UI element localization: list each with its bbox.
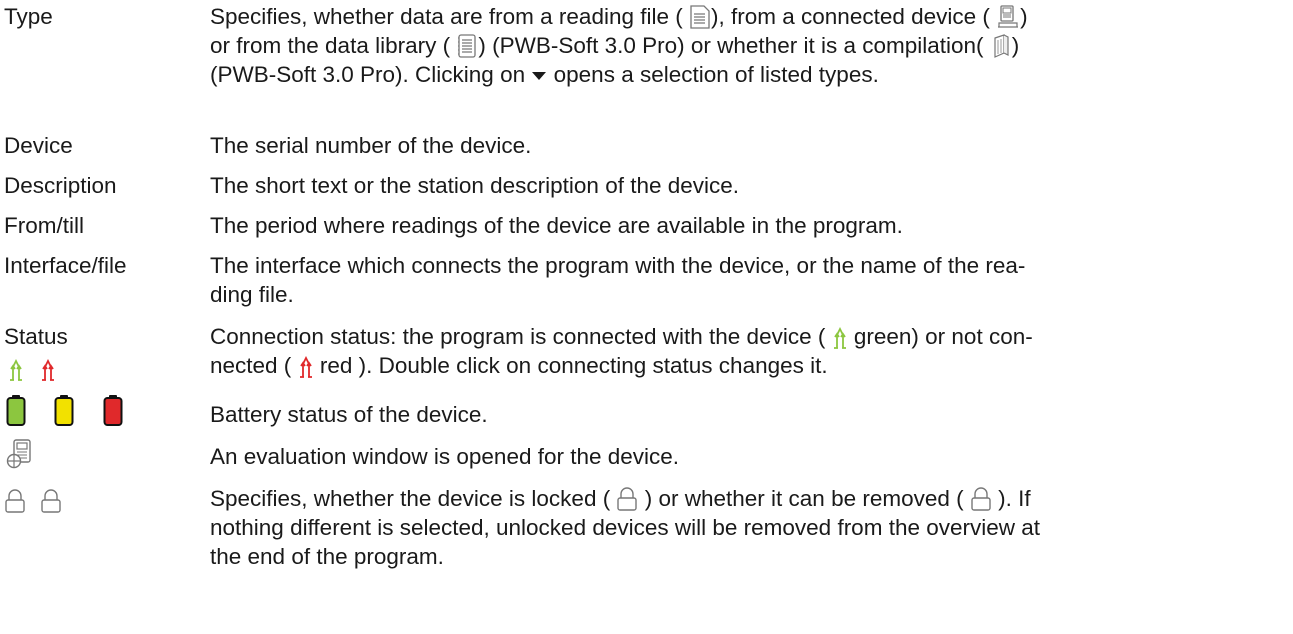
desc-battery: Battery status of the device.: [210, 402, 488, 427]
evaluation-window-icon: [6, 439, 34, 469]
compilation-icon: [990, 34, 1012, 58]
desc-device: The serial number of the device.: [210, 133, 532, 158]
desc-type-part: (PWB-Soft 3.0 Pro). Clicking on: [210, 62, 526, 87]
connected-device-icon: [996, 5, 1020, 29]
connection-red-icon: [40, 359, 56, 381]
desc-type: Specifies, whether data are from a readi…: [210, 2, 1280, 89]
lock-icon: [970, 487, 992, 511]
desc-status-part: nected (: [210, 353, 292, 378]
battery-yellow-icon: [54, 394, 74, 426]
lock-icons: [4, 486, 72, 515]
desc-description: The short text or the station descriptio…: [210, 173, 740, 198]
term-description: Description: [4, 173, 117, 198]
desc-status-part: green) or not con-: [853, 324, 1033, 349]
battery-green-icon: [6, 394, 26, 426]
lock-icon: [4, 489, 26, 513]
data-library-icon: [456, 34, 478, 58]
desc-type-part: opens a selection of listed types.: [553, 62, 879, 87]
desc-status: Connection status: the program is connec…: [210, 322, 1280, 380]
term-device: Device: [4, 133, 73, 158]
desc-type-part: ): [1020, 4, 1028, 29]
desc-type-part: Specifies, whether data are from a readi…: [210, 4, 683, 29]
desc-type-part: ) (PWB-Soft 3.0 Pro) or whether it is a …: [478, 33, 984, 58]
connection-red-icon: [298, 356, 314, 378]
glossary-page: { "rows": { "type": { "term": "Type", "d…: [0, 0, 1293, 634]
desc-type-part: ), from a connected device (: [711, 4, 990, 29]
desc-lock-part: Specifies, whether the device is locked …: [210, 486, 611, 511]
battery-red-icon: [103, 394, 123, 426]
desc-status-part: red ). Double click on connecting status…: [319, 353, 828, 378]
lock-icon: [616, 487, 638, 511]
desc-lock-part: ) or whether it can be removed (: [644, 486, 964, 511]
desc-lock-part: ). If: [998, 486, 1031, 511]
term-interface-file: Interface/file: [4, 253, 127, 278]
term-type: Type: [4, 4, 53, 29]
reading-file-icon: [689, 5, 711, 29]
dropdown-triangle-icon: [531, 71, 547, 81]
desc-interface-file: The interface which connects the program…: [210, 251, 1280, 309]
term-from-till: From/till: [4, 213, 84, 238]
desc-lock-line: nothing different is selected, unlocked …: [210, 515, 1041, 540]
battery-icons: [6, 394, 133, 428]
desc-from-till: The period where readings of the device …: [210, 213, 903, 238]
desc-evaluation: An evaluation window is opened for the d…: [210, 444, 680, 469]
row-type: Type Specifies, whether data are from a …: [0, 2, 1293, 98]
term-status: Status: [4, 324, 68, 349]
desc-lock: Specifies, whether the device is locked …: [210, 484, 1280, 571]
desc-interface-line: The interface which connects the program…: [210, 253, 1026, 278]
desc-interface-line: ding file.: [210, 282, 294, 307]
connection-green-icon: [832, 327, 848, 349]
connection-green-icon: [8, 359, 24, 381]
lock-icon: [40, 489, 62, 513]
desc-lock-line: the end of the program.: [210, 544, 444, 569]
status-icons: [8, 354, 66, 383]
desc-status-part: Connection status: the program is connec…: [210, 324, 826, 349]
desc-type-part: or from the data library (: [210, 33, 451, 58]
evaluation-icons: [6, 439, 44, 471]
desc-type-part: ): [1011, 33, 1020, 58]
